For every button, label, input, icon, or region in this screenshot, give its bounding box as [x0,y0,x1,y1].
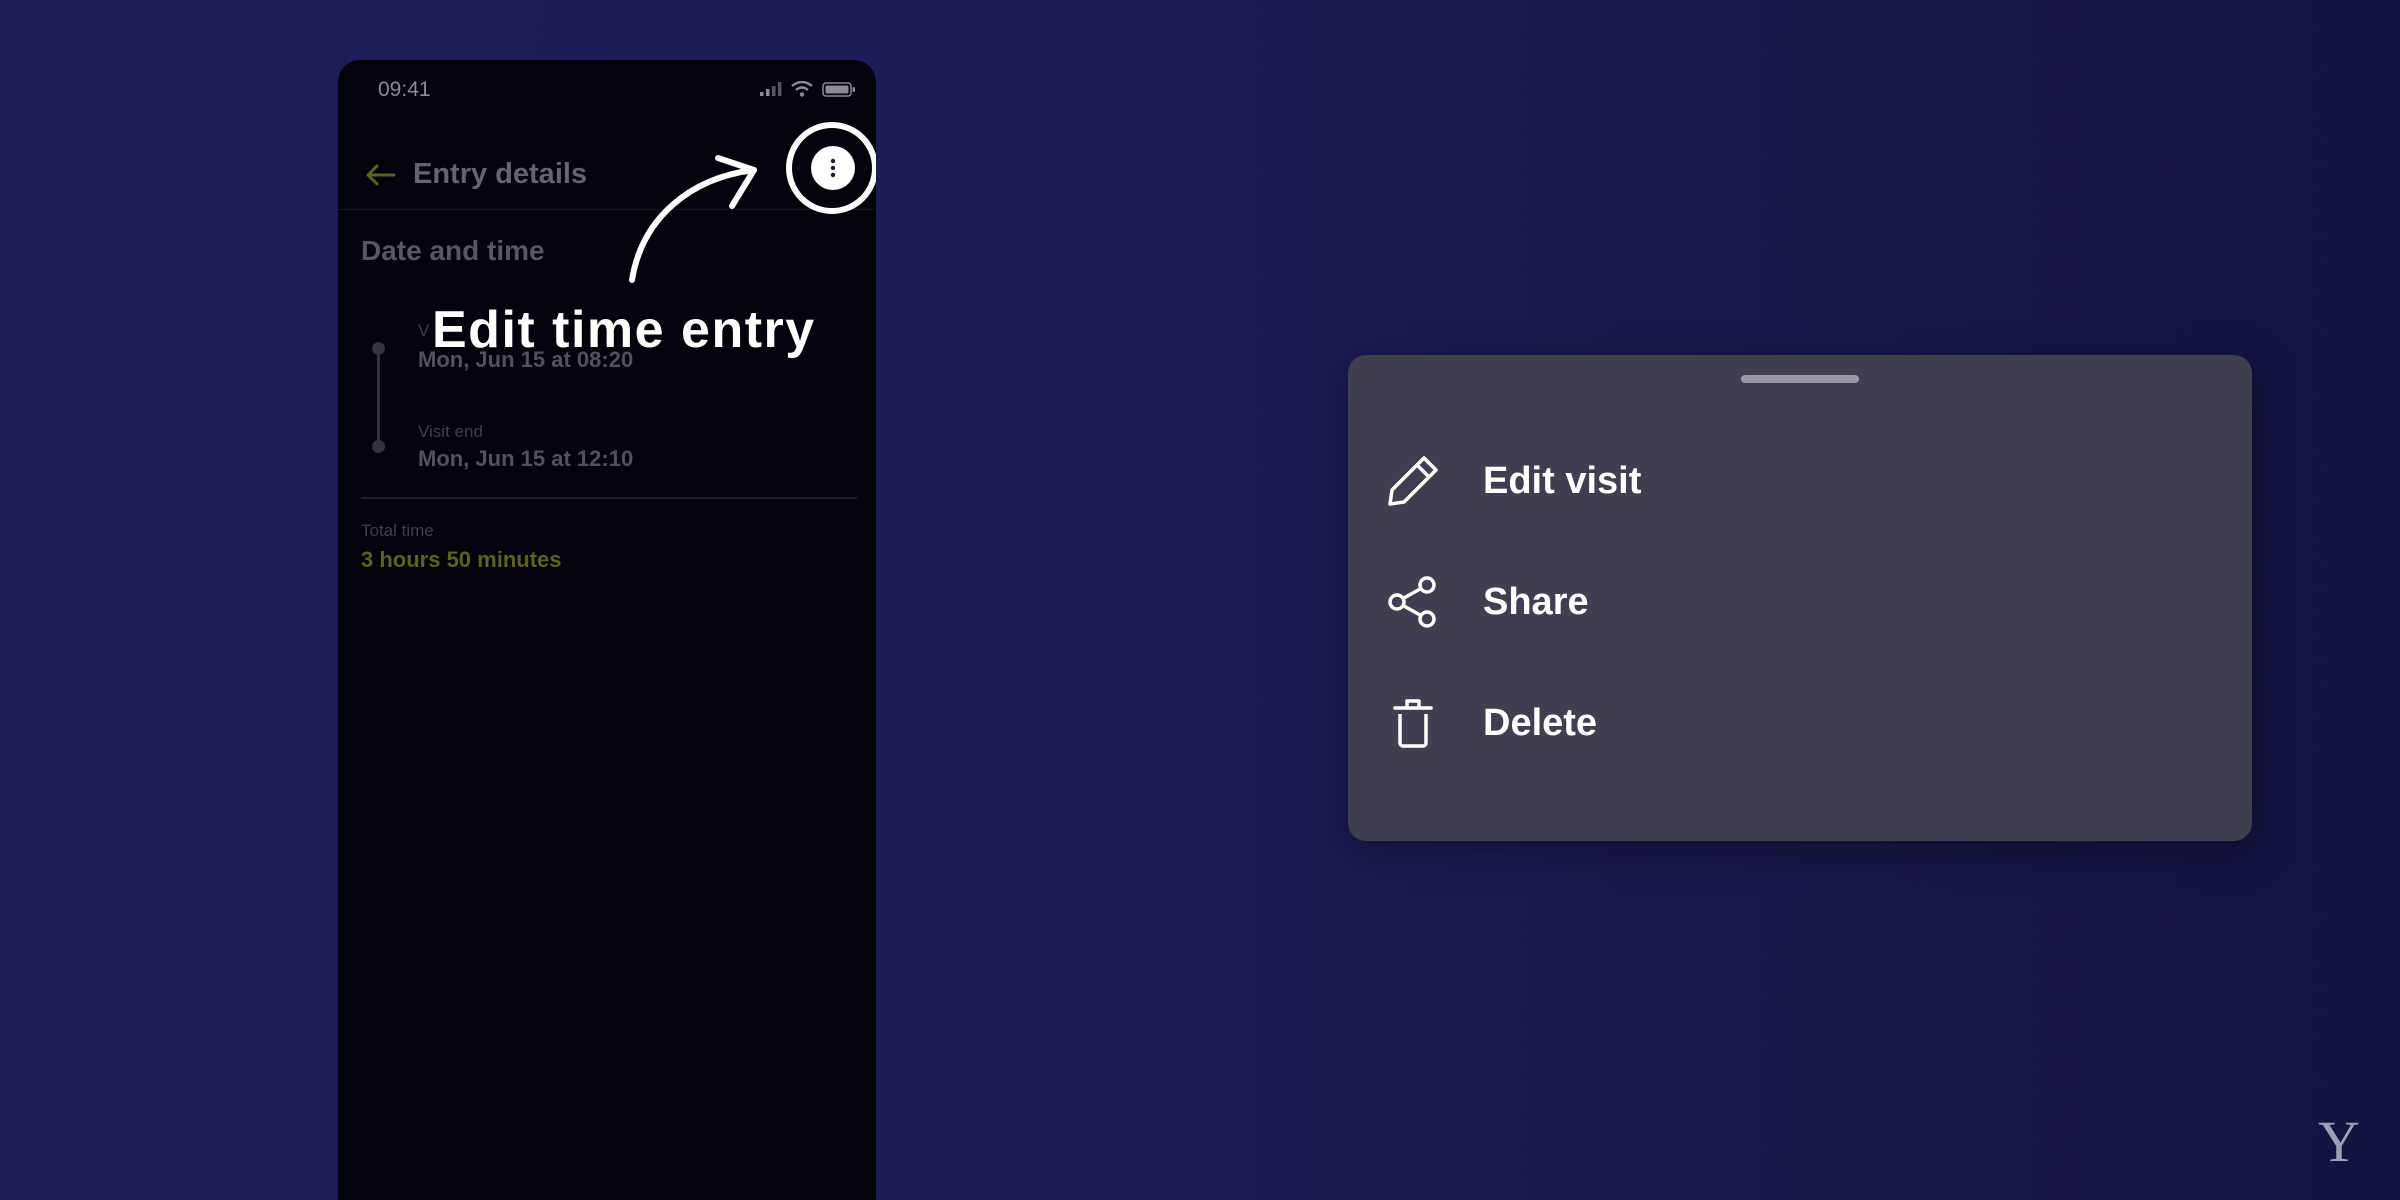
share-icon [1386,575,1440,629]
wifi-icon [791,81,813,97]
total-time-value: 3 hours 50 minutes [361,547,562,572]
status-bar: 09:41 [338,60,876,120]
battery-icon [822,81,855,97]
menu-item-edit-visit[interactable]: Edit visit [1348,426,2252,536]
timeline-dot-start [372,342,385,355]
status-time: 09:41 [378,78,431,101]
drag-handle[interactable] [1741,375,1859,383]
pencil-icon [1386,454,1440,508]
menu-item-label: Delete [1483,701,1598,744]
more-options-button[interactable] [811,146,855,190]
brand-logo: Y [2318,1109,2360,1174]
annotation-arrow-icon [629,155,757,283]
back-button[interactable] [358,153,402,197]
menu-item-delete[interactable]: Delete [1348,668,2252,778]
divider [361,497,857,499]
phone-screen: 09:41 Entry details Date and time V Mon,… [338,60,876,1200]
total-time-label: Total time [361,521,434,540]
page-title: Entry details [413,158,588,190]
trash-icon [1386,696,1440,750]
menu-item-label: Share [1483,580,1589,623]
more-vertical-icon [830,158,836,178]
visit-end-label: Visit end [418,422,483,441]
timeline-line [377,348,380,448]
visit-start-label: V [418,321,430,340]
menu-item-share[interactable]: Share [1348,547,2252,657]
section-title: Date and time [361,235,545,266]
menu-item-label: Edit visit [1483,459,1642,502]
visit-end-value: Mon, Jun 15 at 12:10 [418,446,634,471]
timeline-dot-end [372,440,385,453]
signal-icon [760,82,782,96]
back-arrow-icon [366,164,396,186]
annotation-caption: Edit time entry [432,301,816,359]
status-icons [760,81,856,97]
